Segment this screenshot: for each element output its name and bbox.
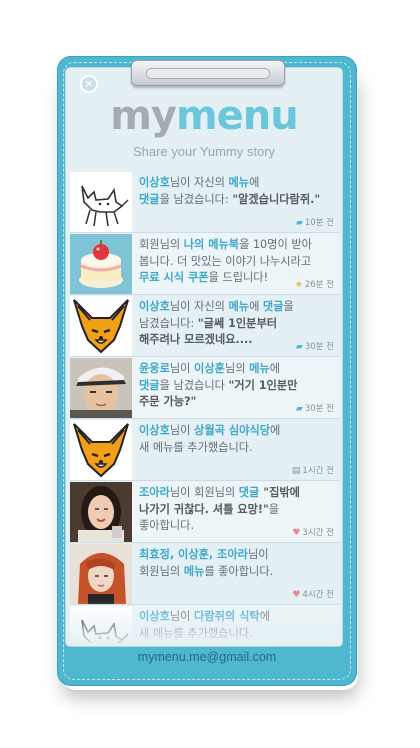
feed-item-segment: 을 [268, 502, 280, 516]
feed-item-segment: 봅니다. 더 맛있는 이야기 나누시라고 [139, 254, 312, 268]
feed-item-time: 3시간 전 [302, 528, 334, 538]
feed-item-meta: ★ 26분 전 [295, 278, 334, 290]
app-logo: mymenu [66, 94, 342, 138]
feed-item-link[interactable]: 상월곡 심야식당 [194, 424, 270, 437]
feed-item-segment: "집밖에 [259, 486, 300, 499]
feed-item-segment: "거기 1인분만 [228, 378, 298, 392]
avatar[interactable] [70, 358, 132, 418]
feed-item-segment: 에 [249, 176, 260, 189]
feed-item-link[interactable]: 댓글 [263, 300, 284, 313]
close-icon[interactable]: × [80, 75, 98, 93]
feed-item-segment: 회원님의 [139, 564, 184, 578]
feed-item-meta: ▰ 30분 전 [296, 340, 334, 352]
comment-icon: ▰ [295, 218, 303, 228]
heart-icon: ♥ [292, 590, 301, 600]
feed-item-text: 이상호님이 자신의 메뉴에댓글을 남겼습니다: "알겠습니다람쥐." [139, 175, 335, 208]
feed-item-time: 10분 전 [304, 218, 334, 228]
feed-item-link[interactable]: 나의 메뉴북 [184, 238, 239, 251]
feed-item-segment: 을 드립니다! [208, 271, 269, 284]
feed-item-segment: 회원님의 [139, 238, 184, 251]
logo-my: my [110, 93, 177, 139]
feed-item-segment: "글쎄 1인분부터 [197, 316, 278, 330]
activity-feed[interactable]: 이상호님이 자신의 메뉴에 댓글을 남겼습니다: "알겠습니다람쥐." ▰ 10분 전… [70, 171, 340, 643]
feed-item-segment: 님이 [169, 424, 195, 437]
feed-item-segment: "알겠습니다람쥐." [232, 192, 321, 206]
feed-item-link[interactable]: 메뉴 [249, 362, 270, 375]
feed-item-time: 26분 전 [304, 280, 334, 290]
feed-item[interactable]: 최효정, 이상훈, 조아라님이회원님의 메뉴를 좋아합니다. ♥ 4시간 전 [70, 543, 340, 605]
footer-email[interactable]: mymenu.me@gmail.com [57, 650, 357, 664]
feed-item-link[interactable]: 이상호 [139, 176, 170, 189]
comment-icon: ▰ [295, 404, 303, 414]
feed-item-link[interactable]: 조아라 [139, 486, 170, 499]
feed-item-segment: 남겼습니다: [139, 316, 198, 330]
feed-item-segment: 님이 [247, 548, 269, 561]
logo-menu: menu [176, 93, 299, 139]
feed-item-link[interactable]: 메뉴 [184, 565, 205, 578]
feed-item-meta: ▤ 1시간 전 [292, 464, 334, 476]
feed-item-link[interactable]: 이상호 [139, 300, 170, 313]
feed-item-link[interactable]: 메뉴 [228, 300, 249, 313]
feed-item-segment: 해주려나 모르겠네요.... [139, 333, 253, 346]
feed-item-link[interactable]: 메뉴 [228, 176, 249, 189]
feed-item-segment: 을 남겼습니다 [159, 378, 229, 392]
avatar[interactable] [70, 234, 132, 294]
feed-item-link[interactable]: 윤웅로 [139, 362, 170, 375]
tagline: Share your Yummy story [132, 144, 276, 159]
feed-item[interactable]: 회원님의 나의 메뉴북을 10명이 받아봅니다. 더 맛있는 이야기 나누시라고… [70, 233, 340, 295]
feed-item-link[interactable]: 이상훈 [194, 362, 225, 375]
feed-item-meta: ♥ 4시간 전 [292, 588, 334, 600]
feed-item-link[interactable]: 무료 시식 쿠폰 [139, 271, 209, 284]
feed-item[interactable]: 이상호님이 자신의 메뉴에댓글을 남겼습니다: "알겠습니다람쥐." ▰ 10분 전 [70, 171, 340, 233]
feed-item-time: 30분 전 [304, 342, 334, 352]
feed-item-segment: 님이 회원님의 [169, 486, 239, 499]
feed-item-meta: ♥ 3시간 전 [292, 526, 334, 538]
feed-item-segment: 에 [269, 362, 280, 375]
avatar[interactable] [70, 172, 132, 232]
feed-item-segment: 에 [249, 300, 263, 313]
feed-fade [70, 600, 340, 644]
avatar[interactable] [70, 296, 132, 356]
comment-icon: ▰ [295, 342, 303, 352]
avatar[interactable] [70, 420, 132, 480]
feed-item-segment: 님이 자신의 [169, 300, 229, 313]
feed-item-text: 최효정, 이상훈, 조아라님이회원님의 메뉴를 좋아합니다. [139, 547, 335, 580]
feed-item-time: 30분 전 [304, 404, 334, 414]
feed-item-meta: ▰ 10분 전 [296, 216, 334, 228]
feed-item-time: 4시간 전 [302, 590, 334, 600]
feed-item-segment: 을 10명이 받아 [239, 238, 312, 251]
avatar[interactable] [70, 482, 132, 542]
feed-item-segment: 을 [283, 300, 294, 313]
feed-item-segment: 를 좋아합니다. [204, 564, 274, 578]
feed-item-link[interactable]: 이상호 [139, 424, 170, 437]
feed-item-segment: 님이 자신의 [169, 176, 229, 189]
feed-item-text: 이상호님이 상월곡 심야식당에새 메뉴를 추가했습니다. [139, 423, 335, 456]
feed-item-segment: 에 [270, 424, 281, 437]
paper-clip [131, 60, 285, 86]
feed-item[interactable]: 조아라님이 회원님의 댓글 "집밖에나가기 귀찮다. 셔틀 요망!"을좋아합니다… [70, 481, 340, 543]
feed-item[interactable]: 이상호님이 상월곡 심야식당에새 메뉴를 추가했습니다. ▤ 1시간 전 [70, 419, 340, 481]
star-icon: ★ [294, 280, 303, 290]
avatar[interactable] [70, 544, 132, 604]
heart-icon: ♥ [292, 528, 301, 538]
feed-item[interactable]: 이상호님이 자신의 메뉴에 댓글을남겼습니다: "글쎄 1인분부터해주려나 모르… [70, 295, 340, 357]
feed-item-segment: 님이 [169, 362, 195, 375]
feed-item-segment: 을 남겼습니다: [159, 192, 233, 206]
note-icon: ▤ [291, 466, 301, 476]
feed-item-link[interactable]: 최효정, 이상훈, 조아라 [139, 548, 248, 561]
feed-item[interactable]: 윤웅로님이 이상훈님의 메뉴에댓글을 남겼습니다 "거기 1인분만주문 가능?"… [70, 357, 340, 419]
feed-item-segment: 새 메뉴를 추가했습니다. [139, 440, 253, 454]
feed-item-segment: 나가기 귀찮다. 셔틀 요망!" [139, 502, 269, 516]
feed-item-meta: ▰ 30분 전 [296, 402, 334, 414]
feed-item-segment: 좋아합니다. [139, 519, 195, 532]
feed-item-time: 1시간 전 [302, 466, 334, 476]
paper-clip-slot [146, 68, 270, 79]
feed-item-link[interactable]: 댓글 [139, 193, 160, 206]
feed-item-segment: 님의 [224, 362, 250, 375]
feed-item-segment: 주문 가능?" [139, 395, 197, 408]
feed-item-link[interactable]: 댓글 [139, 379, 160, 392]
feed-item-link[interactable]: 댓글 [239, 486, 260, 499]
